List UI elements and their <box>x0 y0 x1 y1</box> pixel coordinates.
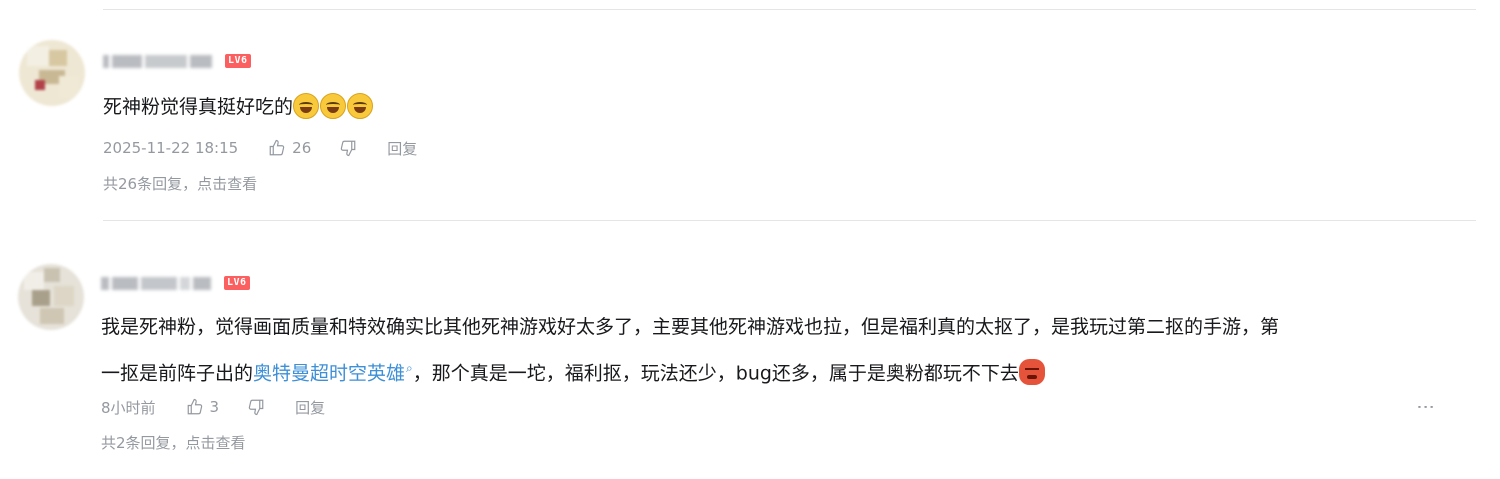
username-blurred[interactable] <box>103 54 212 68</box>
reply-button[interactable]: 回复 <box>295 397 325 418</box>
search-keyword-link[interactable]: 奥特曼超时空英雄 <box>253 362 405 384</box>
divider <box>103 9 1476 10</box>
dislike-button[interactable] <box>247 398 265 416</box>
reply-button[interactable]: 回复 <box>387 138 417 159</box>
laugh-emoji-icon <box>347 93 374 119</box>
username-blurred[interactable] <box>101 276 211 290</box>
laugh-emoji-icon <box>320 93 347 119</box>
comment-text: 我是死神粉，觉得画面质量和特效确实比其他死神游戏好太多了，主要其他死神游戏也拉，… <box>101 307 1290 394</box>
comment-header: LV6 <box>101 272 250 294</box>
like-count: 3 <box>209 398 220 416</box>
angry-emoji-icon <box>1018 359 1045 386</box>
view-replies-link[interactable]: 共2条回复，点击查看 <box>101 432 246 453</box>
comment-time: 8小时前 <box>101 398 156 417</box>
search-icon[interactable]: ⌕ <box>406 361 413 375</box>
avatar[interactable] <box>19 40 85 106</box>
level-badge: LV6 <box>225 54 251 68</box>
comment-actions: 8小时前 3 回复 <box>101 395 325 419</box>
like-button[interactable]: 26 <box>268 139 311 157</box>
more-vertical-icon[interactable]: ⋮ <box>1415 398 1436 414</box>
comment-section: LV6 2025-11-22 18:15 26 回复 共26条回复，点击查看 死… <box>0 0 1500 479</box>
divider <box>103 220 1476 221</box>
comment-text: 死神粉觉得真挺好吃的 <box>103 87 1304 128</box>
thumb-down-icon <box>248 399 264 416</box>
thumb-down-icon <box>341 140 356 157</box>
comment-time: 2025-11-22 18:15 <box>103 139 239 157</box>
thumb-up-icon <box>269 139 285 156</box>
comment-text-body: 死神粉觉得真挺好吃的 <box>103 96 294 118</box>
avatar[interactable] <box>18 264 84 330</box>
like-button[interactable]: 3 <box>186 398 220 416</box>
like-count: 26 <box>292 139 312 157</box>
comment-actions: 2025-11-22 18:15 26 回复 <box>103 136 417 160</box>
dislike-button[interactable] <box>339 139 357 157</box>
level-badge: LV6 <box>224 276 250 290</box>
comment-text-body-tail: ，那个真是一坨，福利抠，玩法还少，bug还多，属于是奥粉都玩不下去 <box>412 362 1019 385</box>
comment-header: LV6 <box>103 50 251 72</box>
thumb-up-icon <box>187 398 202 415</box>
view-replies-link[interactable]: 共26条回复，点击查看 <box>103 173 257 194</box>
laugh-emoji-icon <box>293 93 320 119</box>
